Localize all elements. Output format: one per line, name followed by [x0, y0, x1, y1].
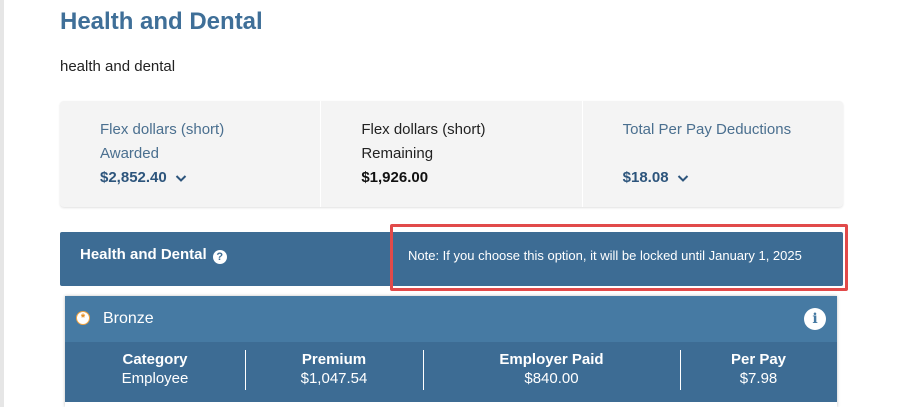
summary-awarded-sublabel: Awarded — [100, 145, 159, 162]
help-icon[interactable]: ? — [212, 250, 227, 264]
summary-remaining-sublabel: Remaining — [361, 145, 434, 162]
page-title: Health and Dental — [60, 8, 263, 35]
summary-awarded: Flex dollars (short) Awarded $2,852.40 — [60, 101, 320, 207]
page-subtitle: health and dental — [60, 58, 176, 75]
chevron-down-icon — [175, 174, 186, 182]
summary-remaining-label: Flex dollars (short) — [361, 121, 486, 138]
summary-awarded-label: Flex dollars (short) — [100, 121, 225, 138]
column-value: $840.00 — [524, 370, 579, 387]
plan-col-per-pay: Per Pay $7.98 — [680, 342, 837, 402]
note-highlight-box — [390, 224, 848, 291]
plan-cost-table: Category Employee Premium $1,047.54 Empl… — [65, 342, 837, 402]
plan-col-premium: Premium $1,047.54 — [245, 342, 423, 402]
summary-remaining: Flex dollars (short) Remaining $1,926.00 — [320, 101, 581, 207]
column-header: Premium — [301, 351, 367, 368]
plan-select-radio[interactable]: * — [76, 311, 90, 325]
summary-deductions-amount: $18.08 — [622, 169, 669, 186]
plan-name: Bronze — [103, 310, 154, 327]
summary-deductions-toggle[interactable]: $18.08 — [623, 169, 689, 186]
summary-awarded-amount: $2,852.40 — [100, 169, 167, 186]
column-header: Employer Paid — [499, 351, 604, 368]
plan-col-category: Category Employee — [65, 342, 245, 402]
info-icon[interactable]: i — [804, 308, 826, 330]
plan-option-bronze[interactable]: * Bronze i Category Employee Premium $1,… — [65, 296, 837, 407]
column-value: $1,047.54 — [300, 370, 368, 387]
column-value: Employee — [121, 370, 189, 387]
column-header: Per Pay — [730, 351, 787, 368]
summary-awarded-toggle[interactable]: $2,852.40 — [100, 169, 187, 186]
chevron-down-icon — [677, 174, 688, 182]
plan-col-employer-paid: Employer Paid $840.00 — [423, 342, 680, 402]
column-header: Category — [122, 351, 188, 368]
summary-remaining-amount: $1,926.00 — [361, 169, 429, 186]
summary-deductions: Total Per Pay Deductions $18.08 — [581, 101, 843, 207]
plan-header: * Bronze i — [65, 296, 837, 342]
column-value: $7.98 — [739, 370, 778, 387]
left-rule — [0, 0, 4, 407]
flex-summary-bar: Flex dollars (short) Awarded $2,852.40 F… — [60, 101, 843, 207]
panel-title-text: Health and Dental — [80, 246, 207, 263]
summary-deductions-label: Total Per Pay Deductions — [622, 121, 792, 138]
panel-title: Health and Dental ? — [80, 245, 227, 264]
